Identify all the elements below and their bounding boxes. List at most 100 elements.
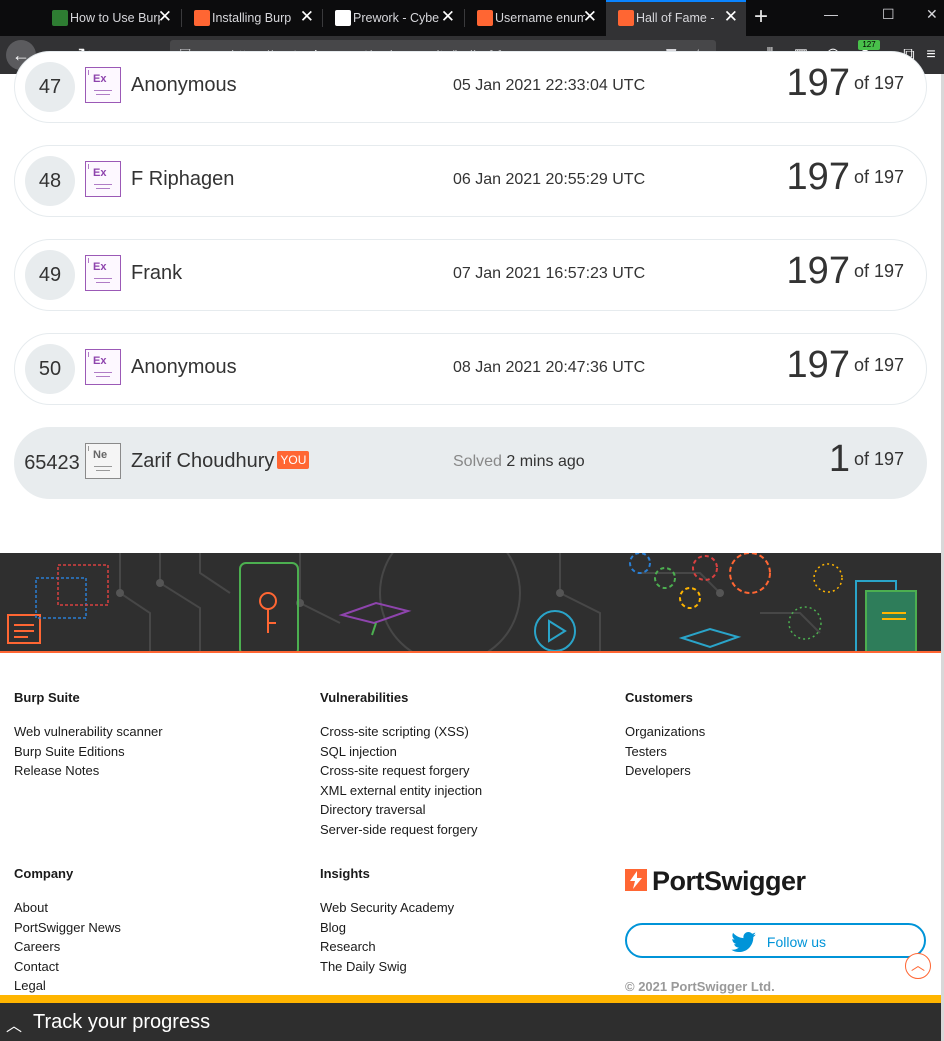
footer-heading: Burp Suite <box>14 690 80 705</box>
leaderboard-row: 48 Ex F Riphagen 06 Jan 2021 20:55:29 UT… <box>14 145 927 217</box>
footer-heading: Vulnerabilities <box>320 690 409 705</box>
rank-circle: 49 <box>25 250 75 300</box>
footer-heading: Customers <box>625 690 693 705</box>
footer-link[interactable]: The Daily Swig <box>320 957 454 977</box>
footer-link[interactable]: Testers <box>625 742 705 762</box>
minimize-icon[interactable]: — <box>824 6 838 22</box>
browser-tab[interactable]: Installing Burp ✕ <box>182 0 322 36</box>
site-favicon-icon <box>52 10 68 26</box>
score: 197 of 197 <box>786 344 904 386</box>
twitter-bird-icon <box>731 932 756 952</box>
user-name: Frank <box>131 262 183 284</box>
user-name: Zarif Choudhury YOU <box>131 450 310 473</box>
completion-date: 08 Jan 2021 20:47:36 UTC <box>453 359 646 376</box>
scroll-to-top-chevron-icon[interactable]: ︿ <box>905 953 931 979</box>
footer-vulnerabilities: Vulnerabilities Cross-site scripting (XS… <box>320 690 482 839</box>
footer-link[interactable]: Directory traversal <box>320 800 482 820</box>
footer-link[interactable]: Developers <box>625 761 705 781</box>
footer-link[interactable]: Organizations <box>625 722 705 742</box>
solved-time: Solved 2 mins ago <box>453 453 585 470</box>
portswigger-bolt-icon <box>625 869 647 891</box>
footer-link[interactable]: Legal <box>14 976 121 996</box>
expert-level-badge-icon: Ex <box>85 67 121 103</box>
leaderboard-row: 50 Ex Anonymous 08 Jan 2021 20:47:36 UTC… <box>14 333 927 405</box>
tab-title: Prework - Cybe <box>353 11 440 25</box>
close-tab-icon[interactable]: ✕ <box>300 8 314 26</box>
tab-title: Hall of Fame - <box>636 11 715 25</box>
current-user-row: 65423 Ne Zarif Choudhury YOU Solved 2 min… <box>14 427 927 499</box>
rank-circle: 48 <box>25 156 75 206</box>
footer-link[interactable]: Server-side request forgery <box>320 820 482 840</box>
close-tab-icon[interactable]: ✕ <box>583 8 597 26</box>
score: 197 of 197 <box>786 62 904 104</box>
extension-badge: 127 <box>858 40 880 50</box>
footer-link[interactable]: SQL injection <box>320 742 482 762</box>
footer-link[interactable]: Cross-site scripting (XSS) <box>320 722 482 742</box>
close-window-icon[interactable]: ✕ <box>926 6 938 23</box>
close-tab-icon[interactable]: ✕ <box>441 8 455 26</box>
newbie-level-badge-icon: Ne <box>85 443 121 479</box>
tab-title: How to Use Burp <box>70 11 160 25</box>
user-name: F Riphagen <box>131 168 235 190</box>
browser-tab-bar: How to Use Burp ✕ Installing Burp ✕ Prew… <box>0 0 944 36</box>
you-tag: YOU <box>277 450 310 469</box>
track-progress-bar[interactable]: ︿ Track your progress <box>0 995 941 1041</box>
portswigger-favicon-icon <box>194 10 210 26</box>
tab-title: Installing Burp <box>212 11 292 25</box>
footer-link[interactable]: Burp Suite Editions <box>14 742 163 762</box>
track-progress-label: Track your progress <box>33 1011 211 1033</box>
footer-company: Company About PortSwigger News Careers C… <box>14 866 121 996</box>
chevron-up-icon: ︿ <box>6 1018 23 1035</box>
copyright: © 2021 PortSwigger Ltd. <box>625 979 775 994</box>
leaderboard-row: 49 Ex Frank 07 Jan 2021 16:57:23 UTC 197… <box>14 239 927 311</box>
footer-heading: Company <box>14 866 74 881</box>
expert-level-badge-icon: Ex <box>85 255 121 291</box>
user-name: Anonymous <box>131 356 237 378</box>
completion-date: 06 Jan 2021 20:55:29 UTC <box>453 171 646 188</box>
browser-tab-active[interactable]: Hall of Fame - ✕ <box>606 0 746 36</box>
completion-date: 05 Jan 2021 22:33:04 UTC <box>453 77 646 94</box>
expert-level-badge-icon: Ex <box>85 349 121 385</box>
browser-tab[interactable]: Username enum ✕ <box>465 0 605 36</box>
rank-circle: 50 <box>25 344 75 394</box>
codepath-favicon-icon <box>335 10 351 26</box>
rank-circle: 47 <box>25 62 75 112</box>
close-tab-icon[interactable]: ✕ <box>724 8 738 26</box>
footer-link[interactable]: Cross-site request forgery <box>320 761 482 781</box>
footer-link[interactable]: Contact <box>14 957 121 977</box>
portswigger-favicon-icon <box>477 10 493 26</box>
expert-level-badge-icon: Ex <box>85 161 121 197</box>
score: 1 of 197 <box>828 438 904 480</box>
new-tab-icon[interactable]: + <box>754 4 768 30</box>
browser-tab[interactable]: How to Use Burp ✕ <box>40 0 180 36</box>
footer-link[interactable]: XML external entity injection <box>320 781 482 801</box>
footer-link[interactable]: Web vulnerability scanner <box>14 722 163 742</box>
score: 197 of 197 <box>786 250 904 292</box>
tab-title: Username enum <box>495 11 585 25</box>
banner-illustration <box>7 553 917 651</box>
footer-link[interactable]: About <box>14 898 121 918</box>
footer-heading: Insights <box>320 866 370 881</box>
browser-tab[interactable]: Prework - Cybe ✕ <box>323 0 463 36</box>
maximize-icon[interactable]: ☐ <box>882 6 895 23</box>
footer-link[interactable]: Research <box>320 937 454 957</box>
footer-link[interactable]: Careers <box>14 937 121 957</box>
footer-link[interactable]: Web Security Academy <box>320 898 454 918</box>
logo-wordmark: PortSwigger <box>652 866 806 896</box>
footer-link[interactable]: PortSwigger News <box>14 918 121 938</box>
leaderboard-row: 47 Ex Anonymous 05 Jan 2021 22:33:04 UTC… <box>14 51 927 123</box>
decorative-banner <box>0 553 941 653</box>
twitter-follow-button[interactable]: Follow us <box>625 923 926 958</box>
footer-link[interactable]: Release Notes <box>14 761 163 781</box>
footer-insights: Insights Web Security Academy Blog Resea… <box>320 866 454 976</box>
user-name: Anonymous <box>131 74 237 96</box>
follow-label: Follow us <box>766 934 827 950</box>
footer-burp-suite: Burp Suite Web vulnerability scanner Bur… <box>14 690 163 781</box>
rank-number: 65423 <box>24 452 80 474</box>
portswigger-favicon-icon <box>618 10 634 26</box>
close-tab-icon[interactable]: ✕ <box>158 8 172 26</box>
footer-customers: Customers Organizations Testers Develope… <box>625 690 705 781</box>
score: 197 of 197 <box>786 156 904 198</box>
footer-link[interactable]: Blog <box>320 918 454 938</box>
completion-date: 07 Jan 2021 16:57:23 UTC <box>453 265 646 282</box>
